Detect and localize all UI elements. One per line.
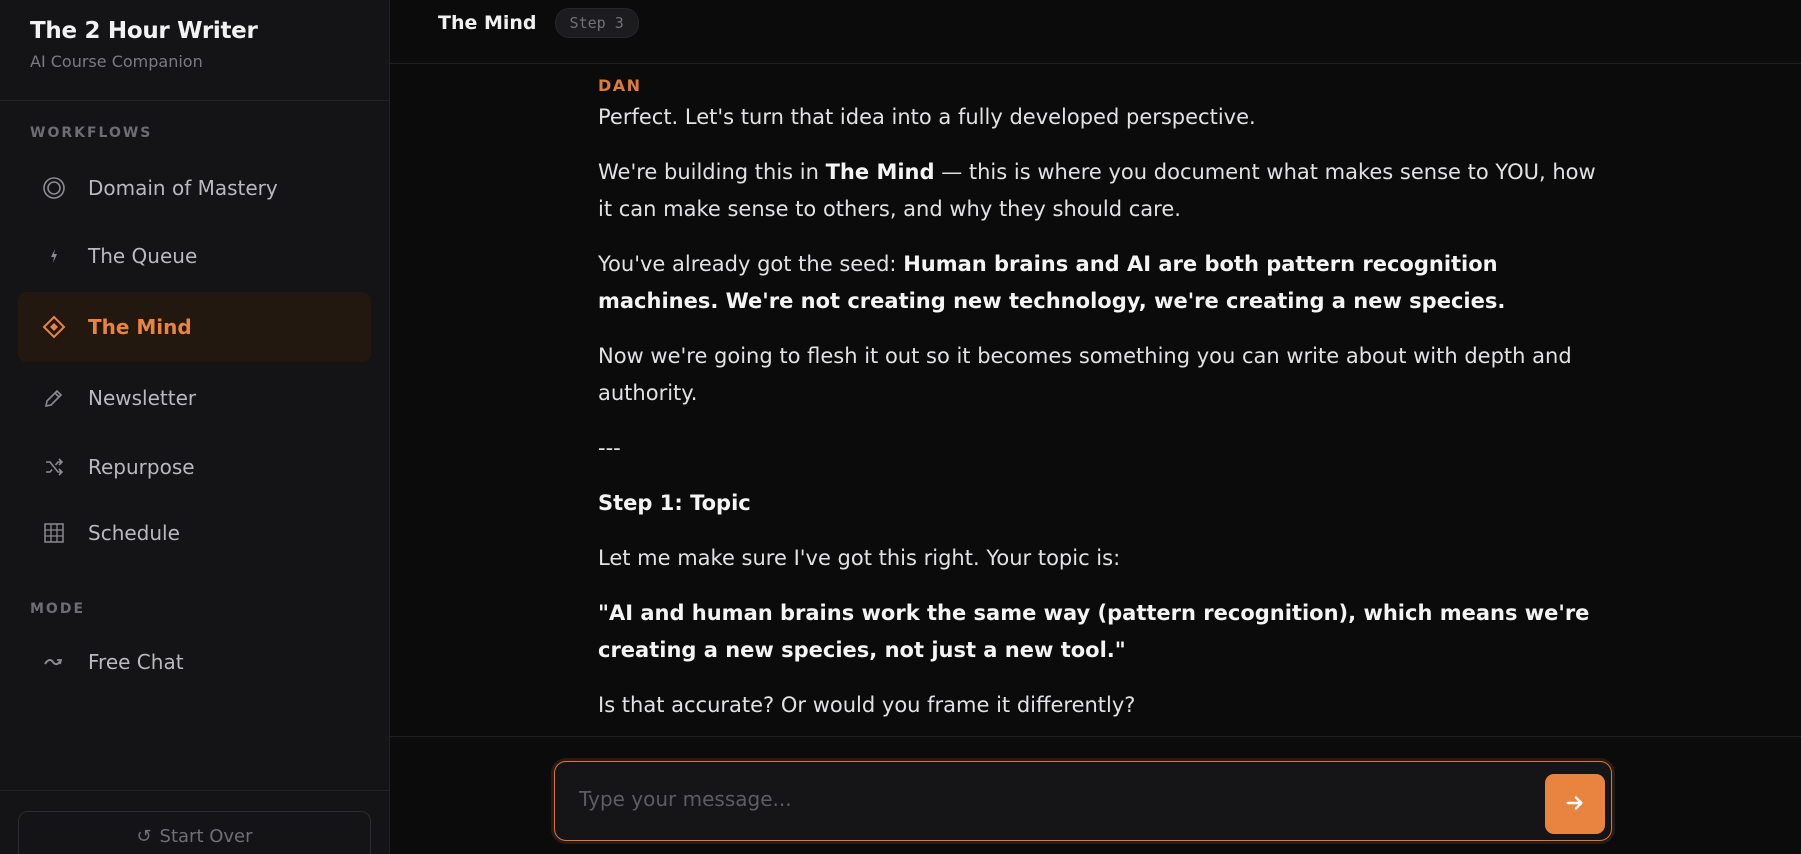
chat-message: DAN Perfect. Let's turn that idea into a… (598, 64, 1598, 724)
start-over-label: Start Over (159, 826, 253, 847)
message-paragraph: Let me make sure I've got this right. Yo… (598, 546, 1121, 570)
step-badge: Step 3 (554, 7, 639, 38)
message-paragraph: Is that accurate? Or would you frame it … (598, 693, 1136, 717)
sidebar-footer: ↺ Start Over (0, 790, 390, 854)
lightning-icon (42, 244, 66, 268)
sidebar-item-label: Repurpose (88, 455, 195, 479)
sidebar-item-repurpose[interactable]: Repurpose (18, 432, 371, 502)
step-heading: Step 1: Topic (598, 491, 751, 515)
sidebar-item-label: Schedule (88, 521, 180, 545)
message-input[interactable] (579, 780, 1539, 818)
refresh-icon: ↺ (136, 826, 152, 847)
arrow-right-icon (1564, 792, 1586, 817)
app-root: The 2 Hour Writer AI Course Companion WO… (0, 0, 1801, 854)
composer (554, 761, 1612, 841)
brand-title: The 2 Hour Writer (30, 18, 258, 44)
top-bar: The Mind Step 3 (390, 0, 1801, 64)
sidebar-item-label: Domain of Mastery (88, 176, 278, 200)
sidebar-item-the-mind[interactable]: The Mind (18, 292, 371, 362)
workflows-section-label: WORKFLOWS (30, 125, 153, 141)
mode-section-label: MODE (30, 601, 86, 617)
brand-subtitle: AI Course Companion (30, 52, 203, 71)
brand: The 2 Hour Writer AI Course Companion (0, 0, 389, 101)
main-panel: The Mind Step 3 DAN Perfect. Let's turn … (390, 0, 1801, 854)
sidebar-item-domain-of-mastery[interactable]: Domain of Mastery (18, 153, 371, 223)
pencil-icon (42, 386, 66, 410)
sidebar: The 2 Hour Writer AI Course Companion WO… (0, 0, 390, 854)
message-divider: --- (598, 436, 621, 460)
message-paragraph: Now we're going to flesh it out so it be… (598, 344, 1572, 405)
sidebar-item-schedule[interactable]: Schedule (18, 498, 371, 568)
sidebar-item-free-chat[interactable]: Free Chat (18, 627, 371, 697)
composer-area (390, 736, 1801, 854)
topic-quote: "AI and human brains work the same way (… (598, 601, 1590, 662)
message-paragraph: We're building this in The Mind — this i… (598, 160, 1596, 221)
message-sender: DAN (598, 76, 642, 95)
send-button[interactable] (1545, 774, 1605, 834)
diamond-icon (42, 315, 66, 339)
grid-icon (42, 521, 66, 545)
shuffle-icon (42, 455, 66, 479)
message-paragraph: Perfect. Let's turn that idea into a ful… (598, 105, 1256, 129)
sidebar-item-label: The Mind (88, 315, 192, 339)
message-paragraph: You've already got the seed: Human brain… (598, 252, 1506, 313)
sidebar-item-label: Newsletter (88, 386, 197, 410)
start-over-button[interactable]: ↺ Start Over (18, 811, 371, 854)
page-title: The Mind (438, 11, 537, 34)
sidebar-item-newsletter[interactable]: Newsletter (18, 363, 371, 433)
wave-icon (42, 650, 66, 674)
sidebar-item-label: Free Chat (88, 650, 184, 674)
sidebar-item-the-queue[interactable]: The Queue (18, 221, 371, 291)
target-rings-icon (42, 176, 66, 200)
sidebar-item-label: The Queue (88, 244, 198, 268)
